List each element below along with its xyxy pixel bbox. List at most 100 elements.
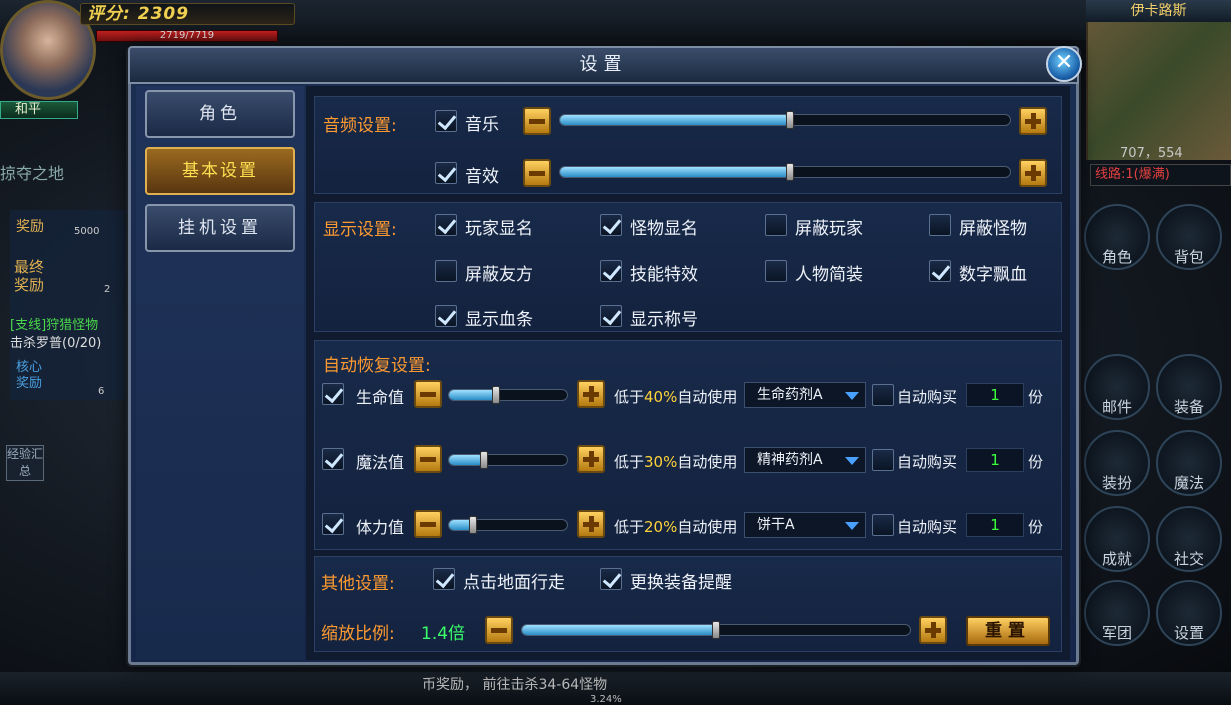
stamina-slider[interactable]: [448, 516, 568, 534]
server-line-selector[interactable]: 线路:1(爆满): [1090, 164, 1231, 186]
mp-slider[interactable]: [448, 451, 568, 469]
mail-menu-button[interactable]: 邮件: [1084, 354, 1150, 420]
mp-checkbox[interactable]: [322, 448, 344, 470]
sfx-slider-knob[interactable]: [785, 163, 794, 181]
mp-quantity-input[interactable]: 1: [966, 448, 1024, 472]
minimap[interactable]: [1086, 0, 1231, 160]
tab-character[interactable]: 角色: [145, 90, 295, 138]
zoom-decrease-button[interactable]: [485, 616, 513, 644]
hp-increase-button[interactable]: [577, 380, 605, 408]
role-menu-button[interactable]: 角色: [1084, 204, 1150, 270]
stamina-unit-label: 份: [1028, 518, 1044, 536]
mp-slider-knob[interactable]: [480, 451, 489, 469]
opt-skill-effects-checkbox[interactable]: [600, 260, 622, 282]
auto-recover-section-label: 自动恢复设置:: [323, 356, 431, 376]
hp-potion-select[interactable]: 生命药剂A: [744, 382, 866, 408]
stamina-auto-buy-label: 自动购买: [897, 518, 958, 536]
music-slider[interactable]: [559, 111, 1011, 129]
stamina-slider-knob[interactable]: [468, 516, 477, 534]
zoom-label: 缩放比例:: [321, 624, 395, 644]
opt-damage-numbers-checkbox[interactable]: [929, 260, 951, 282]
hp-threshold-text: 低于40%自动使用: [614, 386, 737, 407]
sfx-increase-button[interactable]: [1019, 159, 1047, 187]
chevron-down-icon: [845, 457, 859, 465]
mp-slider-fill: [449, 455, 485, 465]
tab-basic-settings[interactable]: 基本设置: [145, 147, 295, 195]
legion-menu-button[interactable]: 军团: [1084, 580, 1150, 646]
opt-hide-monsters-checkbox[interactable]: [929, 214, 951, 236]
reward-count: 5000: [74, 226, 100, 237]
recover-row-stamina: 体力值 低于20%自动使用 饼干A 自动购买 1 份: [306, 510, 1070, 540]
stamina-auto-buy-checkbox[interactable]: [872, 514, 894, 536]
hp-auto-buy-label: 自动购买: [897, 388, 958, 406]
settings-menu-button[interactable]: 设置: [1156, 580, 1222, 646]
music-slider-fill: [560, 115, 790, 125]
opt-simple-model-checkbox[interactable]: [765, 260, 787, 282]
opt-show-hp-bar-checkbox[interactable]: [435, 305, 457, 327]
reset-button[interactable]: 重置: [966, 616, 1050, 646]
game-screen: 评分: 2309 2719/7719 和平 掠夺之地 奖励 5000 最终奖励 …: [0, 0, 1231, 705]
sfx-decrease-button[interactable]: [523, 159, 551, 187]
music-checkbox[interactable]: [435, 110, 457, 132]
hp-checkbox[interactable]: [322, 383, 344, 405]
mp-auto-use: 自动使用: [677, 453, 738, 471]
costume-menu-button[interactable]: 装扮: [1084, 430, 1150, 496]
music-increase-button[interactable]: [1019, 107, 1047, 135]
opt-show-hp-bar-label: 显示血条: [465, 310, 533, 330]
bag-menu-button[interactable]: 背包: [1156, 204, 1222, 270]
music-slider-knob[interactable]: [785, 111, 794, 129]
stamina-label: 体力值: [356, 518, 405, 537]
close-icon[interactable]: ✕: [1046, 46, 1082, 82]
click-walk-checkbox[interactable]: [433, 568, 455, 590]
zoom-slider-knob[interactable]: [712, 621, 720, 639]
exp-summary-button[interactable]: 经验汇总: [6, 445, 44, 481]
stamina-increase-button[interactable]: [577, 510, 605, 538]
mp-increase-button[interactable]: [577, 445, 605, 473]
stamina-threshold-text: 低于20%自动使用: [614, 516, 737, 537]
side-quest-title[interactable]: [支线]狩猎怪物: [10, 314, 98, 333]
hp-slider[interactable]: [448, 386, 568, 404]
social-menu-button[interactable]: 社交: [1156, 506, 1222, 572]
mp-auto-buy-checkbox[interactable]: [872, 449, 894, 471]
opt-hide-allies-label: 屏蔽友方: [465, 265, 533, 285]
chevron-down-icon: [845, 392, 859, 400]
mp-decrease-button[interactable]: [414, 445, 442, 473]
opt-hide-allies-checkbox[interactable]: [435, 260, 457, 282]
core-reward-count: 6: [98, 386, 105, 397]
equip-reminder-label: 更换装备提醒: [630, 573, 732, 593]
hp-percent: 40%: [644, 388, 678, 406]
achievement-menu-button[interactable]: 成就: [1084, 506, 1150, 572]
pk-mode-selector[interactable]: 和平: [0, 101, 78, 119]
magic-menu-button[interactable]: 魔法: [1156, 430, 1222, 496]
stamina-food-value: 饼干A: [757, 517, 795, 533]
final-reward-label: 最终奖励: [14, 258, 45, 294]
stamina-quantity-input[interactable]: 1: [966, 513, 1024, 537]
other-section-label: 其他设置:: [321, 574, 395, 594]
equip-menu-button[interactable]: 装备: [1156, 354, 1222, 420]
zoom-slider[interactable]: [521, 621, 911, 639]
hp-potion-value: 生命药剂A: [757, 387, 823, 403]
tab-auto-settings[interactable]: 挂机设置: [145, 204, 295, 252]
opt-show-title-checkbox[interactable]: [600, 305, 622, 327]
hp-decrease-button[interactable]: [414, 380, 442, 408]
opt-show-player-name-checkbox[interactable]: [435, 214, 457, 236]
zoom-increase-button[interactable]: [919, 616, 947, 644]
hp-auto-buy-checkbox[interactable]: [872, 384, 894, 406]
display-section-label: 显示设置:: [323, 220, 397, 240]
stamina-decrease-button[interactable]: [414, 510, 442, 538]
stamina-food-select[interactable]: 饼干A: [744, 512, 866, 538]
hp-quantity-input[interactable]: 1: [966, 383, 1024, 407]
hp-slider-knob[interactable]: [492, 386, 501, 404]
sfx-checkbox[interactable]: [435, 162, 457, 184]
stamina-checkbox[interactable]: [322, 513, 344, 535]
stamina-percent: 20%: [644, 518, 678, 536]
opt-show-monster-name-checkbox[interactable]: [600, 214, 622, 236]
opt-hide-monsters-label: 屏蔽怪物: [959, 219, 1027, 239]
sfx-slider[interactable]: [559, 163, 1011, 181]
opt-hide-players-checkbox[interactable]: [765, 214, 787, 236]
chevron-down-icon: [845, 522, 859, 530]
music-decrease-button[interactable]: [523, 107, 551, 135]
mp-potion-select[interactable]: 精神药剂A: [744, 447, 866, 473]
equip-reminder-checkbox[interactable]: [600, 568, 622, 590]
final-reward-count: 2: [104, 284, 111, 295]
